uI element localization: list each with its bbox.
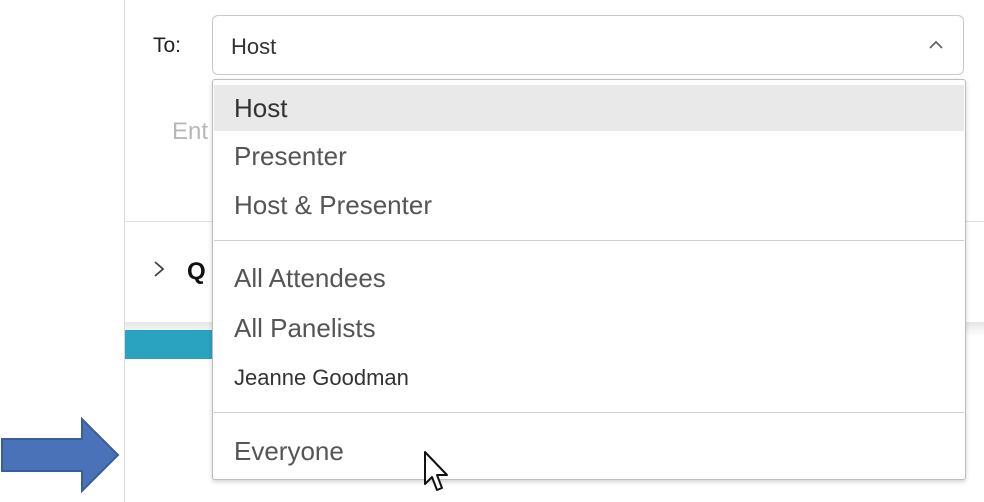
dropdown-item-all-attendees[interactable]: All Attendees <box>214 255 964 301</box>
dropdown-item-all-panelists[interactable]: All Panelists <box>214 305 964 351</box>
to-label: To: <box>153 34 182 57</box>
recipient-dropdown: Host Presenter Host & Presenter All Atte… <box>212 79 966 480</box>
dropdown-separator <box>214 240 964 241</box>
dropdown-item-everyone[interactable]: Everyone <box>214 428 964 474</box>
recipient-select[interactable]: Host <box>212 15 964 75</box>
chevron-right-icon[interactable] <box>152 259 166 279</box>
teal-accent-bar <box>125 330 225 359</box>
message-input-placeholder[interactable]: Ent <box>172 118 208 146</box>
dropdown-item-host[interactable]: Host <box>214 85 964 131</box>
right-arrow-icon <box>0 415 122 495</box>
dropdown-item-host-presenter[interactable]: Host & Presenter <box>214 182 964 228</box>
qa-section-label[interactable]: Q <box>187 258 206 286</box>
dropdown-separator <box>214 412 964 413</box>
mouse-pointer-icon <box>422 450 452 496</box>
recipient-select-value: Host <box>231 34 277 59</box>
dropdown-item-jeanne-goodman[interactable]: Jeanne Goodman <box>214 356 964 400</box>
chevron-up-icon[interactable] <box>927 38 945 52</box>
dropdown-item-presenter[interactable]: Presenter <box>214 133 964 179</box>
